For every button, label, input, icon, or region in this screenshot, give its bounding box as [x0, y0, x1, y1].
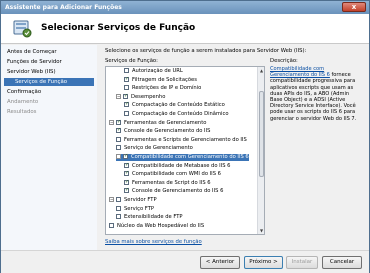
wizard-header: Selecionar Serviços de Função	[1, 14, 369, 44]
learn-more-link[interactable]: Saiba mais sobre serviços de função	[105, 239, 202, 245]
tree-row[interactable]: ✓ Ferramentas de Script do IIS 6	[124, 179, 211, 187]
service-checkbox[interactable]	[124, 111, 129, 116]
tree-row[interactable]: − ✓ Desempenho	[116, 93, 166, 101]
tree-row[interactable]: ✓ Filtragem de Solicitações	[124, 76, 197, 84]
service-checkbox[interactable]: ✓	[116, 128, 121, 134]
next-button[interactable]: Próximo >	[244, 256, 283, 269]
service-label: Serviço FTP	[124, 205, 154, 212]
tree-row[interactable]: ✓ Compactação de Conteúdo Estático	[124, 102, 225, 109]
service-checkbox[interactable]	[116, 136, 121, 142]
service-label: Compactação de Conteúdo Estático	[132, 102, 225, 109]
service-label: Núcleo da Web Hospedável do IIS	[117, 222, 205, 229]
role-services-tree[interactable]: Autorização de URL ✓ Filtragem de Solicita…	[105, 66, 265, 235]
page-title: Selecionar Serviços de Função	[41, 23, 196, 33]
scroll-up-icon[interactable]: ▲	[258, 67, 264, 74]
collapse-icon[interactable]: −	[109, 119, 114, 125]
service-checkbox[interactable]: ✓	[124, 102, 129, 108]
main-panel: Selecione os serviços de função a serem …	[97, 45, 369, 250]
tree-row[interactable]: Compactação de Conteúdo Dinâmico	[124, 111, 229, 118]
service-checkbox[interactable]: ✓	[123, 154, 128, 159]
service-checkbox[interactable]	[124, 85, 129, 91]
service-checkbox[interactable]: ✓	[124, 171, 129, 177]
tree-row[interactable]: Serviço FTP	[116, 205, 154, 213]
service-checkbox[interactable]	[116, 145, 121, 151]
step-servicos-de-funcao[interactable]: Serviços de Função	[4, 78, 94, 86]
service-checkbox[interactable]: ✓	[124, 188, 129, 194]
service-label: Compactação de Conteúdo Dinâmico	[132, 111, 229, 117]
collapse-icon[interactable]: −	[109, 197, 114, 202]
service-label: Console de Gerenciamento do IIS	[124, 128, 211, 135]
tree-row[interactable]: − ✓ Compatibilidade com Gerenciamento do I…	[116, 154, 249, 161]
tree-row[interactable]: Serviço de Gerenciamento	[116, 145, 193, 152]
step-funcoes-de-servidor[interactable]: Funções de Servidor	[7, 59, 62, 65]
collapse-icon[interactable]: −	[116, 154, 121, 159]
tree-row[interactable]: ✓ Console de Gerenciamento do IIS	[116, 128, 210, 135]
tree-row[interactable]: ✓ Console de Gerenciamento do IIS 6	[124, 188, 223, 195]
button-bar: < Anterior Próximo > Instalar Cancelar	[1, 250, 369, 273]
tree-row[interactable]: − Servidor FTP	[109, 197, 157, 204]
service-label: Compatibilidade com WMI do IIS 6	[132, 171, 221, 178]
service-checkbox[interactable]	[124, 68, 129, 73]
cancel-button[interactable]: Cancelar	[322, 256, 362, 269]
collapse-icon[interactable]: −	[116, 93, 121, 99]
instruction-text: Selecione os serviços de função a serem …	[105, 48, 307, 54]
description-text: fornece compatibilidade progressiva para…	[270, 72, 357, 122]
service-checkbox[interactable]: ✓	[124, 179, 129, 185]
scroll-down-icon[interactable]: ▼	[258, 227, 264, 234]
step-resultados: Resultados	[7, 109, 37, 115]
service-label: Compatibilidade de Metabase do IIS 6	[132, 162, 231, 169]
tree-row[interactable]: Autorização de URL	[124, 68, 183, 75]
service-checkbox[interactable]: ✓	[124, 76, 129, 82]
service-label: Servidor FTP	[124, 197, 157, 203]
tree-row[interactable]: − ✓ Ferramentas de Gerenciamento	[109, 119, 207, 127]
service-checkbox[interactable]	[116, 197, 121, 202]
step-andamento: Andamento	[7, 99, 39, 105]
service-label: Extensibilidade de FTP	[124, 214, 183, 221]
services-label: Serviços de Função:	[105, 58, 158, 64]
tree-scrollbar[interactable]: ▲ ▼	[257, 67, 264, 234]
service-label: Ferramentas e Scripts de Gerenciamento d…	[124, 136, 247, 143]
service-checkbox[interactable]	[109, 222, 114, 228]
service-checkbox[interactable]: ✓	[123, 93, 128, 99]
tree-row[interactable]: ✓ Compatibilidade de Metabase do IIS 6	[124, 162, 231, 170]
service-label: Serviço de Gerenciamento	[124, 145, 193, 152]
step-antes-de-comecar[interactable]: Antes de Começar	[7, 49, 57, 55]
install-button[interactable]: Instalar	[286, 256, 318, 269]
back-button[interactable]: < Anterior	[200, 256, 240, 269]
service-label: Autorização de URL	[132, 68, 183, 74]
tree-row[interactable]: ✓ Compatibilidade com WMI do IIS 6	[124, 171, 221, 178]
window-title: Assistente para Adicionar Funções	[5, 4, 122, 11]
service-checkbox[interactable]: ✓	[116, 119, 121, 125]
role-services-icon	[13, 20, 32, 38]
close-button[interactable]: x	[342, 2, 366, 12]
tree-row[interactable]: Restrições de IP e Domínio	[124, 85, 201, 92]
service-label: Filtragem de Solicitações	[132, 76, 197, 83]
tree-row[interactable]: Núcleo da Web Hospedável do IIS	[109, 222, 205, 230]
service-label: Compatibilidade com Gerenciamento do IIS…	[131, 154, 249, 160]
service-label: Restrições de IP e Domínio	[132, 85, 202, 92]
service-label: Ferramentas de Gerenciamento	[124, 119, 207, 126]
tree-row[interactable]: Ferramentas e Scripts de Gerenciamento d…	[116, 136, 247, 144]
description-panel: Compatibilidade com Gerenciamento do IIS…	[270, 66, 363, 122]
service-checkbox[interactable]	[116, 205, 121, 211]
description-link[interactable]: Compatibilidade com Gerenciamento do IIS…	[270, 66, 330, 78]
tree-row[interactable]: Extensibilidade de FTP	[116, 214, 183, 221]
service-checkbox[interactable]: ✓	[124, 162, 129, 168]
service-checkbox[interactable]	[116, 214, 121, 220]
scrollbar-thumb[interactable]	[259, 91, 264, 177]
title-bar[interactable]: Assistente para Adicionar Funções x	[1, 1, 369, 14]
service-label: Ferramentas de Script do IIS 6	[132, 179, 211, 186]
service-label: Console de Gerenciamento do IIS 6	[132, 188, 224, 195]
add-roles-wizard-window: Assistente para Adicionar Funções x Sele…	[0, 0, 370, 273]
description-label: Descrição:	[270, 58, 298, 64]
step-confirmacao[interactable]: Confirmação	[7, 89, 41, 95]
service-label: Desempenho	[131, 93, 166, 100]
wizard-steps-sidebar: Antes de Começar Funções de Servidor Ser…	[1, 45, 97, 250]
step-servidor-web[interactable]: Servidor Web (IIS)	[7, 69, 56, 75]
